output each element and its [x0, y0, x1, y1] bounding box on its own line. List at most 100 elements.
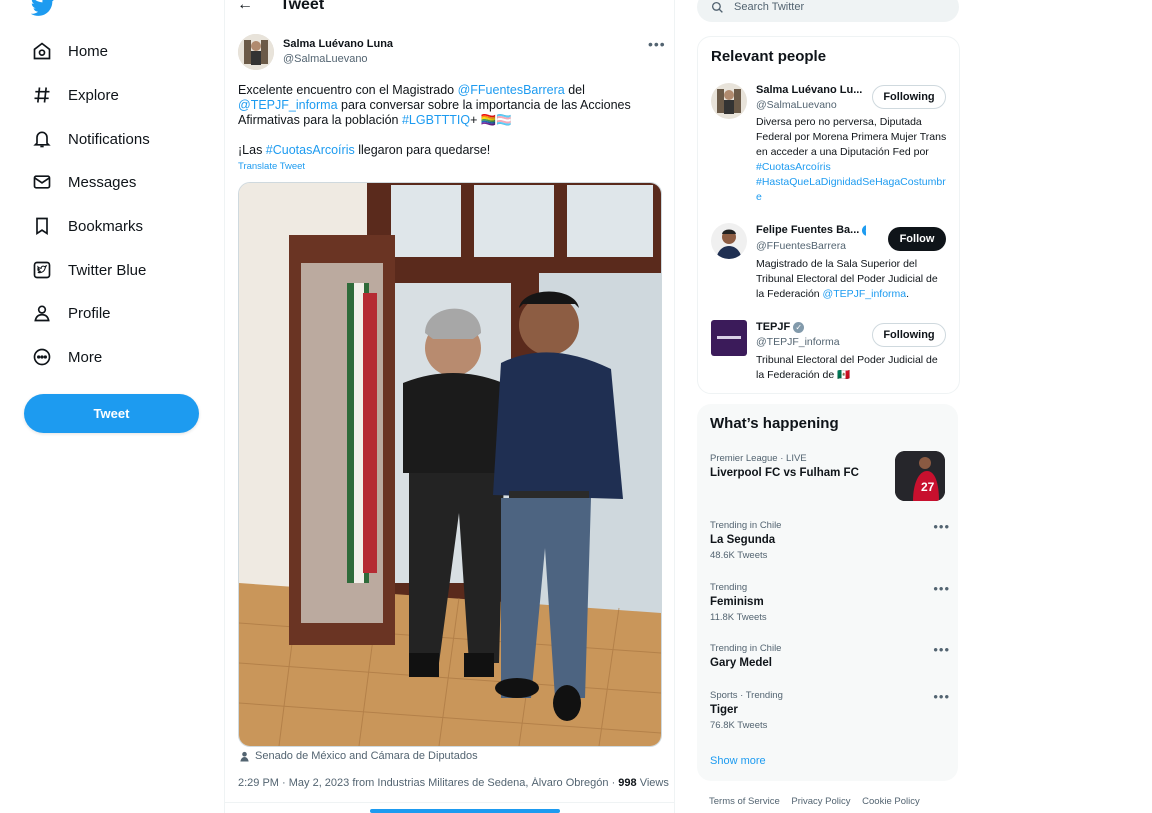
trend-item[interactable]: Sports · Trending Tiger 76.8K Tweets ••• — [710, 689, 950, 731]
trend-item[interactable]: Trending in Chile Gary Medel ••• — [710, 642, 950, 669]
person-name[interactable]: TEPJF ✓ — [756, 321, 866, 333]
nav-label: Notifications — [68, 130, 150, 148]
nav-label: Home — [68, 42, 109, 60]
nav-label: Profile — [68, 304, 111, 322]
search-box[interactable]: Search Twitter — [697, 0, 959, 22]
bio-text: . — [906, 288, 910, 300]
trend-context: Trending — [710, 582, 748, 593]
mention-link[interactable]: @TEPJF_informa — [823, 288, 907, 300]
more-circle-icon — [30, 345, 54, 369]
bookmark-icon — [30, 214, 54, 238]
nav-label: Explore — [68, 86, 119, 104]
tweet-button[interactable]: Tweet — [24, 394, 199, 433]
tweet-paragraph: Excelente encuentro con el Magistrado @F… — [238, 83, 648, 128]
nav-label: Messages — [68, 173, 137, 191]
translate-tweet-link[interactable]: Translate Tweet — [238, 161, 305, 172]
person-bio: Magistrado de la Sala Superior del Tribu… — [756, 257, 948, 302]
more-options-icon[interactable]: ••• — [648, 36, 666, 52]
nav-profile[interactable]: Profile — [30, 298, 111, 328]
privacy-link[interactable]: Privacy Policy — [791, 796, 850, 807]
person-bio: Diversa pero no perversa, Diputada Feder… — [756, 115, 948, 205]
search-input[interactable]: Search Twitter — [734, 1, 804, 13]
trend-count: 76.8K Tweets — [710, 720, 768, 731]
following-button[interactable]: Following — [872, 323, 946, 347]
svg-text:27: 27 — [921, 480, 935, 494]
hashtag-link[interactable]: #CuotasArcoíris — [266, 143, 355, 157]
photo-location[interactable]: Senado de México and Cámara de Diputados — [239, 750, 478, 762]
whats-happening-card: What’s happening Premier League · LIVE L… — [697, 404, 958, 781]
author-handle[interactable]: @SalmaLuevano — [283, 53, 368, 65]
card-title: What’s happening — [710, 415, 839, 432]
nav-label: Bookmarks — [68, 217, 144, 235]
show-more-link[interactable]: Show more — [710, 755, 766, 767]
hashtag-icon — [30, 83, 54, 107]
cookie-link[interactable]: Cookie Policy — [862, 796, 920, 807]
tepjf-logo-avatar[interactable] — [711, 320, 747, 356]
author-avatar[interactable] — [238, 34, 274, 70]
hashtag-link[interactable]: #HastaQueLaDignidadSeHagaCostumbre — [756, 176, 946, 203]
trend-name: Feminism — [710, 596, 764, 608]
verified-gov-badge-icon: ✓ — [793, 321, 805, 333]
person-avatar[interactable] — [711, 83, 747, 119]
bell-icon — [30, 127, 54, 151]
trend-count: 48.6K Tweets — [710, 550, 768, 561]
hashtag-link[interactable]: #LGBTTTIQ — [402, 113, 470, 127]
nav-bookmarks[interactable]: Bookmarks — [30, 211, 143, 241]
person-avatar[interactable] — [711, 223, 747, 259]
tweet-photo[interactable] — [238, 182, 662, 747]
text-segment: del — [564, 83, 585, 97]
trend-count: 11.8K Tweets — [710, 612, 767, 623]
nav-notifications[interactable]: Notifications — [30, 124, 150, 154]
trend-name: Tiger — [710, 704, 738, 716]
trend-name: Gary Medel — [710, 657, 772, 669]
mention-link[interactable]: @TEPJF_informa — [238, 98, 338, 112]
envelope-icon — [30, 170, 54, 194]
person-name[interactable]: Felipe Fuentes Ba...✓ — [756, 224, 866, 236]
hashtag-link[interactable]: #CuotasArcoíris — [756, 161, 831, 173]
person-handle[interactable]: @SalmaLuevano — [756, 99, 837, 111]
person-name[interactable]: Salma Luévano Lu... — [756, 84, 866, 96]
mention-link[interactable]: @FFuentesBarrera — [458, 83, 565, 97]
person-name-text: Felipe Fuentes Ba... — [756, 224, 860, 236]
tweet-paragraph: ¡Las #CuotasArcoíris llegaron para queda… — [238, 143, 648, 158]
back-arrow-icon[interactable]: ← — [237, 0, 253, 14]
trend-thumbnail[interactable]: 27 — [895, 451, 945, 501]
person-handle[interactable]: @TEPJF_informa — [756, 336, 840, 348]
timestamp-source[interactable]: 2:29 PM · May 2, 2023 from Industrias Mi… — [238, 777, 618, 789]
tweet-text: Excelente encuentro con el Magistrado @F… — [238, 83, 648, 173]
twitter-bird-icon[interactable] — [30, 0, 55, 18]
nav-twitter-blue[interactable]: Twitter Blue — [30, 255, 146, 285]
bio-text: Diversa pero no perversa, Diputada Feder… — [756, 116, 947, 158]
trend-context: Trending in Chile — [710, 643, 782, 654]
text-segment: ¡Las — [238, 143, 266, 157]
text-segment: + 🏳️‍🌈🏳️‍⚧️ — [470, 113, 512, 127]
card-title: Relevant people — [711, 48, 827, 65]
nav-more[interactable]: More — [30, 342, 102, 372]
text-segment: Excelente encuentro con el Magistrado — [238, 83, 458, 97]
relevant-people-card: Relevant people Salma Luévano Lu... @Sal… — [697, 36, 960, 394]
following-button[interactable]: Following — [872, 85, 946, 109]
nav-label: More — [68, 348, 103, 366]
nav-home[interactable]: Home — [30, 36, 108, 66]
reply-button-edge[interactable] — [370, 809, 560, 813]
nav-label: Twitter Blue — [68, 261, 147, 279]
person-handle[interactable]: @FFuentesBarrera — [756, 240, 846, 252]
verified-badge-icon: ✓ — [862, 224, 866, 236]
more-options-icon[interactable]: ••• — [933, 581, 950, 596]
terms-link[interactable]: Terms of Service — [709, 796, 780, 807]
twitter-blue-icon — [30, 258, 54, 282]
more-options-icon[interactable]: ••• — [933, 642, 950, 657]
trend-item[interactable]: Trending in Chile La Segunda 48.6K Tweet… — [710, 519, 950, 561]
divider — [225, 802, 674, 803]
nav-explore[interactable]: Explore — [30, 80, 119, 110]
tweet-detail-column: ← Tweet Salma Luévano Luna @SalmaLuevano… — [224, 0, 675, 813]
trend-item[interactable]: Trending Feminism 11.8K Tweets ••• — [710, 581, 950, 623]
follow-button[interactable]: Follow — [888, 227, 946, 251]
footer-links: Terms of Service Privacy Policy Cookie P… — [709, 796, 929, 807]
page-title: Tweet — [280, 0, 325, 13]
more-options-icon[interactable]: ••• — [933, 519, 950, 534]
author-name[interactable]: Salma Luévano Luna — [283, 38, 393, 50]
trend-context: Trending in Chile — [710, 520, 782, 531]
more-options-icon[interactable]: ••• — [933, 689, 950, 704]
nav-messages[interactable]: Messages — [30, 167, 136, 197]
